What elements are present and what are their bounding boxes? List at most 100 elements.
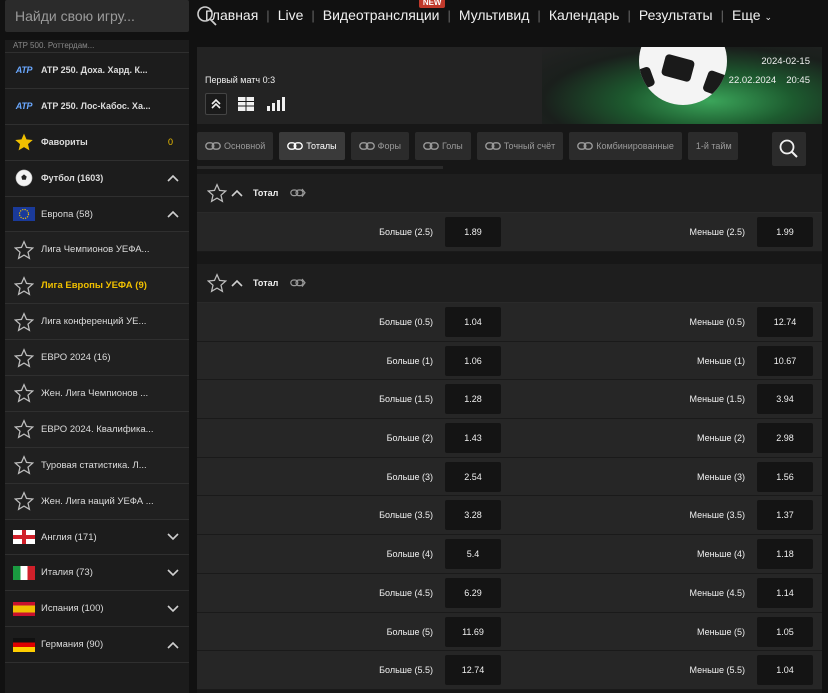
sidebar-item-label: ATP 250. Доха. Хард. К... — [41, 65, 148, 76]
odds-row: Больше (5) 11.69 Меньше (5) 1.05 — [197, 612, 822, 652]
star-outline-icon[interactable] — [207, 273, 227, 293]
under-odd-button[interactable]: 1.04 — [757, 655, 813, 686]
under-odd-button[interactable]: 1.18 — [757, 539, 813, 570]
over-odd-button[interactable]: 3.28 — [445, 500, 501, 531]
sidebar-item-label: Лига Чемпионов УЕФА... — [41, 244, 150, 256]
under-odd-button[interactable]: 1.56 — [757, 461, 813, 492]
sidebar-item-spain[interactable]: Испания (100) — [5, 591, 189, 628]
under-label: Меньше (4.5) — [689, 587, 746, 598]
sidebar-item-womens-ucl[interactable]: Жен. Лига Чемпионов ... — [5, 376, 189, 412]
sidebar-item-label: Футбол (1603) — [41, 173, 104, 184]
section-header[interactable]: Тотал — [197, 264, 822, 303]
odds-row: Больше (0.5) 1.04 Меньше (0.5) 12.74 — [197, 303, 822, 342]
over-label: Больше (5.5) — [379, 665, 433, 676]
sidebar-item-football[interactable]: Футбол (1603) — [5, 161, 189, 197]
tab-goals[interactable]: Голы — [414, 132, 471, 160]
tab-search-button[interactable] — [772, 132, 806, 166]
chevron-up-icon[interactable] — [163, 210, 183, 218]
tab-label: Голы — [441, 141, 463, 151]
sidebar-item-ucl[interactable]: Лига Чемпионов УЕФА... — [5, 232, 189, 269]
collapse-all-button[interactable] — [205, 93, 227, 115]
under-odd-button[interactable]: 2.98 — [757, 423, 813, 454]
under-odd-button[interactable]: 10.67 — [757, 345, 813, 376]
nav-live[interactable]: Live — [270, 7, 312, 23]
nav-more[interactable]: Еще ⌄ — [724, 7, 780, 23]
odds-row: Больше (1.5) 1.28 Меньше (1.5) 3.94 — [197, 380, 822, 420]
over-odd-button[interactable]: 1.43 — [445, 423, 501, 454]
odds-row: Больше (2.5) 1.89 Меньше (2.5) 1.99 — [197, 213, 822, 252]
sidebar-item-england[interactable]: Англия (171) — [5, 520, 189, 556]
sidebar-item-uel[interactable]: Лига Европы УЕФА (9) — [5, 268, 189, 305]
nav-video[interactable]: Видеотрансляции NEW — [315, 0, 448, 23]
tab-totals[interactable]: Тоталы — [279, 132, 345, 160]
under-odd-button[interactable]: 1.14 — [757, 577, 813, 608]
tab-first-half[interactable]: 1-й тайм — [687, 132, 738, 160]
chevron-down-icon[interactable] — [163, 569, 183, 577]
chevron-up-icon[interactable] — [163, 641, 183, 649]
sidebar-item-europe[interactable]: Европа (58) — [5, 197, 189, 233]
tab-label: Тоталы — [306, 141, 337, 151]
under-odd-button[interactable]: 1.99 — [757, 217, 813, 247]
over-odd-button[interactable]: 6.29 — [445, 577, 501, 608]
over-odd-button[interactable]: 1.06 — [445, 345, 501, 376]
match-date-short: 2024-02-15 — [761, 56, 810, 67]
sidebar-item-italy[interactable]: Италия (73) — [5, 555, 189, 592]
odds-row: Больше (4.5) 6.29 Меньше (4.5) 1.14 — [197, 573, 822, 613]
search-input[interactable] — [5, 8, 196, 24]
grid-view-icon[interactable] — [235, 93, 257, 115]
sidebar-item-germany[interactable]: Германия (90) — [5, 627, 189, 664]
chevron-down-icon[interactable] — [163, 605, 183, 613]
section-header[interactable]: Тотал — [197, 174, 822, 213]
star-outline-icon[interactable] — [13, 311, 35, 333]
over-odd-button[interactable]: 2.54 — [445, 461, 501, 492]
search-box[interactable] — [5, 0, 217, 32]
sidebar-item-label: Фавориты — [41, 137, 88, 148]
tab-label: Основной — [224, 141, 266, 151]
star-outline-icon[interactable] — [13, 418, 35, 440]
star-outline-icon[interactable] — [13, 347, 35, 369]
sidebar-item-womens-nations[interactable]: Жен. Лига наций УЕФА ... — [5, 483, 189, 520]
sidebar-item-partial[interactable]: ATP 500. Роттердам... — [5, 40, 189, 53]
under-label: Меньше (4) — [697, 549, 745, 560]
over-odd-button[interactable]: 1.04 — [445, 307, 501, 337]
under-odd-button[interactable]: 12.74 — [757, 307, 813, 337]
sidebar-item-atp-doha[interactable]: ATP ATP 250. Доха. Хард. К... — [5, 53, 189, 89]
star-outline-icon[interactable] — [13, 454, 35, 476]
nav-results[interactable]: Результаты — [631, 7, 721, 23]
sidebar-item-tour-stats[interactable]: Туровая статистика. Л... — [5, 447, 189, 484]
star-outline-icon[interactable] — [13, 490, 35, 512]
tab-main[interactable]: Основной — [197, 132, 274, 160]
under-odd-button[interactable]: 1.05 — [757, 616, 813, 647]
star-outline-icon[interactable] — [207, 183, 227, 203]
sidebar-item-euro-qualifiers[interactable]: ЕВРО 2024. Квалифика... — [5, 411, 189, 448]
odds-row: Больше (1) 1.06 Меньше (1) 10.67 — [197, 341, 822, 381]
chevron-up-icon[interactable] — [231, 189, 243, 197]
sidebar-item-favorites[interactable]: Фавориты 0 — [5, 125, 189, 161]
chevron-down-icon[interactable] — [163, 533, 183, 541]
sidebar-item-euro-2024[interactable]: ЕВРО 2024 (16) — [5, 340, 189, 377]
nav-calendar[interactable]: Календарь — [541, 7, 628, 23]
tab-handicaps[interactable]: Форы — [350, 132, 409, 160]
star-outline-icon[interactable] — [13, 239, 35, 261]
tabs-scroll-indicator — [197, 166, 443, 169]
sidebar-item-atp-los-cabos[interactable]: ATP ATP 250. Лос-Кабос. Ха... — [5, 89, 189, 125]
chevron-up-icon[interactable] — [163, 174, 183, 182]
over-odd-button[interactable]: 5.4 — [445, 539, 501, 570]
under-odd-button[interactable]: 1.37 — [757, 500, 813, 531]
sidebar-item-uecl[interactable]: Лига конференций УЕ... — [5, 304, 189, 341]
star-outline-icon[interactable] — [13, 275, 35, 297]
tab-exact-score[interactable]: Точный счёт — [476, 132, 564, 160]
over-odd-button[interactable]: 12.74 — [445, 655, 501, 686]
under-label: Меньше (3) — [697, 471, 745, 482]
over-odd-button[interactable]: 1.28 — [445, 384, 501, 415]
soccer-ball-icon — [13, 167, 35, 189]
tab-combined[interactable]: Комбинированные — [569, 132, 682, 160]
under-odd-button[interactable]: 3.94 — [757, 384, 813, 415]
nav-main[interactable]: Главная — [197, 7, 266, 23]
stats-chart-icon[interactable] — [265, 93, 287, 115]
over-odd-button[interactable]: 11.69 — [445, 616, 501, 647]
nav-multiview[interactable]: Мультивид — [451, 7, 538, 23]
chevron-up-icon[interactable] — [231, 279, 243, 287]
over-odd-button[interactable]: 1.89 — [445, 217, 501, 247]
star-outline-icon[interactable] — [13, 382, 35, 404]
